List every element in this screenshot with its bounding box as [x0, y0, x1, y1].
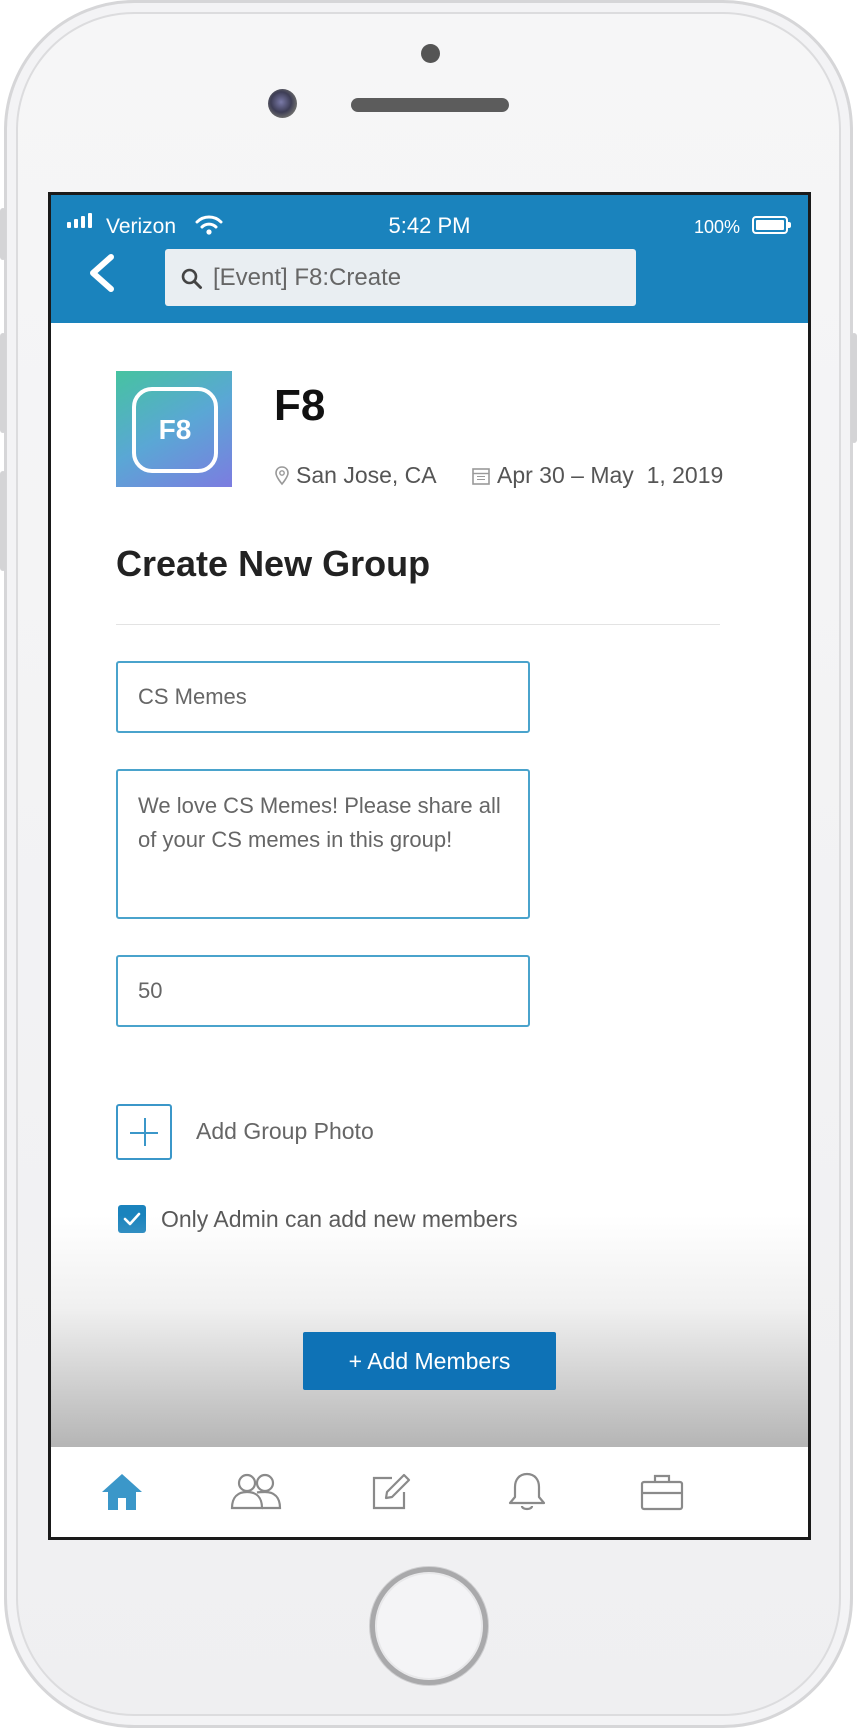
tab-notifications[interactable]	[499, 1465, 555, 1519]
member-limit-field[interactable]	[116, 955, 530, 1027]
home-icon	[102, 1474, 142, 1510]
earpiece-speaker	[351, 98, 509, 112]
tab-jobs[interactable]	[634, 1465, 690, 1519]
status-bar: Verizon 5:42 PM 100%	[51, 195, 808, 239]
power-button	[851, 333, 857, 443]
back-button[interactable]	[81, 251, 121, 295]
proximity-sensor	[421, 44, 440, 63]
home-button[interactable]	[370, 1567, 488, 1685]
front-camera	[268, 89, 297, 118]
volume-up-button	[0, 333, 6, 433]
add-group-photo-button[interactable]	[116, 1104, 172, 1160]
battery-percent: 100%	[694, 217, 741, 237]
search-bar[interactable]	[165, 249, 636, 306]
people-icon	[230, 1473, 282, 1510]
divider	[116, 624, 720, 625]
event-location-text: San Jose, CA	[296, 462, 437, 488]
briefcase-icon	[640, 1474, 684, 1511]
tab-home[interactable]	[94, 1465, 150, 1519]
event-location: San Jose, CA	[274, 462, 437, 489]
search-input[interactable]	[213, 249, 623, 306]
group-description-field[interactable]: We love CS Memes! Please share all of yo…	[116, 769, 530, 919]
location-pin-icon	[275, 465, 289, 485]
app-header: Verizon 5:42 PM 100%	[51, 195, 808, 323]
search-icon	[181, 268, 202, 289]
group-name-field[interactable]	[116, 661, 530, 733]
event-logo-text: F8	[132, 387, 218, 473]
event-title: F8	[274, 381, 326, 430]
add-members-button[interactable]: + Add Members	[303, 1332, 556, 1390]
event-dates: Apr 30 – May 1, 2019	[471, 462, 723, 489]
volume-down-button	[0, 471, 6, 571]
tab-compose[interactable]	[364, 1465, 420, 1519]
page-title: Create New Group	[116, 543, 431, 584]
add-group-photo-label: Add Group Photo	[196, 1118, 374, 1144]
bottom-tab-bar	[51, 1447, 808, 1537]
tab-groups[interactable]	[228, 1465, 284, 1519]
app-screen: Verizon 5:42 PM 100% F8 F8	[48, 192, 811, 1540]
event-dates-text: Apr 30 – May 1, 2019	[497, 462, 724, 488]
bell-icon	[508, 1472, 546, 1511]
edit-icon	[372, 1473, 411, 1510]
bottom-fade	[51, 1215, 808, 1447]
battery-icon	[752, 216, 791, 234]
chevron-left-icon	[90, 254, 114, 292]
event-logo: F8	[116, 371, 232, 487]
calendar-icon	[472, 467, 490, 485]
mute-switch	[0, 208, 6, 260]
